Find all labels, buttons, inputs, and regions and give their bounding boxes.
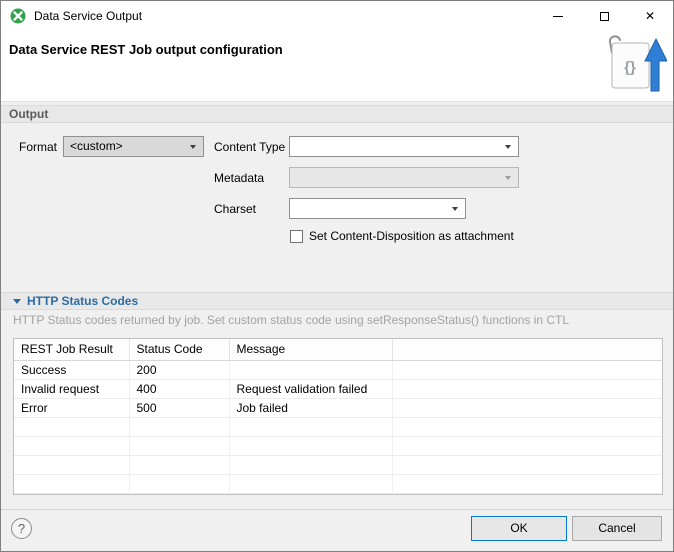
minimize-button[interactable] <box>535 1 581 31</box>
chevron-down-icon <box>452 207 458 211</box>
table-cell <box>129 436 229 455</box>
content-type-label: Content Type <box>214 140 285 154</box>
close-button[interactable]: ✕ <box>627 1 673 31</box>
table-cell: 400 <box>129 379 229 398</box>
table-cell: Invalid request <box>14 379 129 398</box>
table-row[interactable] <box>14 474 662 493</box>
chevron-down-icon <box>190 145 196 149</box>
column-header-empty[interactable] <box>392 339 662 360</box>
table-row[interactable] <box>14 436 662 455</box>
table-cell <box>129 474 229 493</box>
table-cell: Job failed <box>229 398 392 417</box>
table-cell <box>392 379 662 398</box>
table-cell <box>392 417 662 436</box>
table-cell <box>392 474 662 493</box>
format-value: <custom> <box>70 139 123 153</box>
metadata-label: Metadata <box>214 171 264 185</box>
table-header-row: REST Job Result Status Code Message <box>14 339 662 360</box>
table-cell: 500 <box>129 398 229 417</box>
window-controls: ✕ <box>535 1 673 31</box>
app-icon <box>10 8 26 24</box>
table-cell: Error <box>14 398 129 417</box>
table-cell <box>14 474 129 493</box>
window-title: Data Service Output <box>34 1 142 31</box>
table-body: Success200Invalid request400Request vali… <box>14 360 662 493</box>
table-row[interactable]: Error500Job failed <box>14 398 662 417</box>
collapse-triangle-icon[interactable] <box>13 299 21 304</box>
table-cell <box>14 436 129 455</box>
column-header-message[interactable]: Message <box>229 339 392 360</box>
content-disposition-label: Set Content-Disposition as attachment <box>309 229 514 243</box>
format-label: Format <box>19 140 57 154</box>
column-header-rest-job-result[interactable]: REST Job Result <box>14 339 129 360</box>
table-row[interactable] <box>14 417 662 436</box>
chevron-down-icon <box>505 145 511 149</box>
table-cell: Request validation failed <box>229 379 392 398</box>
http-status-section-header[interactable]: HTTP Status Codes <box>1 292 673 310</box>
table-row[interactable]: Invalid request400Request validation fai… <box>14 379 662 398</box>
table-cell <box>129 455 229 474</box>
table-cell: 200 <box>129 360 229 379</box>
button-bar: ? OK Cancel <box>1 509 673 551</box>
table-cell <box>392 436 662 455</box>
column-header-status-code[interactable]: Status Code <box>129 339 229 360</box>
table-cell <box>229 417 392 436</box>
page-title: Data Service REST Job output configurati… <box>9 42 283 57</box>
maximize-icon <box>600 12 609 21</box>
help-button[interactable]: ? <box>11 518 32 539</box>
table-cell <box>129 417 229 436</box>
table-cell <box>392 360 662 379</box>
table-cell: Success <box>14 360 129 379</box>
status-codes-table-container: REST Job Result Status Code Message Succ… <box>13 338 663 495</box>
data-service-output-dialog: Data Service Output ✕ Data Service REST … <box>0 0 674 552</box>
table-row[interactable] <box>14 455 662 474</box>
chevron-down-icon <box>505 176 511 180</box>
table-cell <box>392 398 662 417</box>
http-status-description: HTTP Status codes returned by job. Set c… <box>13 313 569 327</box>
format-select[interactable]: <custom> <box>63 136 204 157</box>
http-status-section-label: HTTP Status Codes <box>27 294 138 308</box>
status-codes-table: REST Job Result Status Code Message Succ… <box>14 339 662 494</box>
minimize-icon <box>553 16 563 17</box>
table-cell <box>14 455 129 474</box>
table-cell <box>14 417 129 436</box>
close-icon: ✕ <box>645 10 655 22</box>
output-section-label: Output <box>9 107 48 121</box>
table-cell <box>229 360 392 379</box>
ok-button[interactable]: OK <box>471 516 567 541</box>
braces-glyph: {} <box>624 59 636 76</box>
charset-label: Charset <box>214 202 256 216</box>
content-disposition-row: Set Content-Disposition as attachment <box>290 229 514 243</box>
content-disposition-checkbox[interactable] <box>290 230 303 243</box>
rest-output-banner-icon: {} <box>605 33 667 98</box>
table-row[interactable]: Success200 <box>14 360 662 379</box>
table-cell <box>229 474 392 493</box>
output-section-header: Output <box>1 105 673 123</box>
cancel-button[interactable]: Cancel <box>572 516 662 541</box>
content-type-combo[interactable] <box>289 136 519 157</box>
charset-combo[interactable] <box>289 198 466 219</box>
titlebar[interactable]: Data Service Output ✕ <box>1 1 673 31</box>
table-cell <box>229 455 392 474</box>
metadata-combo[interactable] <box>289 167 519 188</box>
table-cell <box>392 455 662 474</box>
table-cell <box>229 436 392 455</box>
maximize-button[interactable] <box>581 1 627 31</box>
